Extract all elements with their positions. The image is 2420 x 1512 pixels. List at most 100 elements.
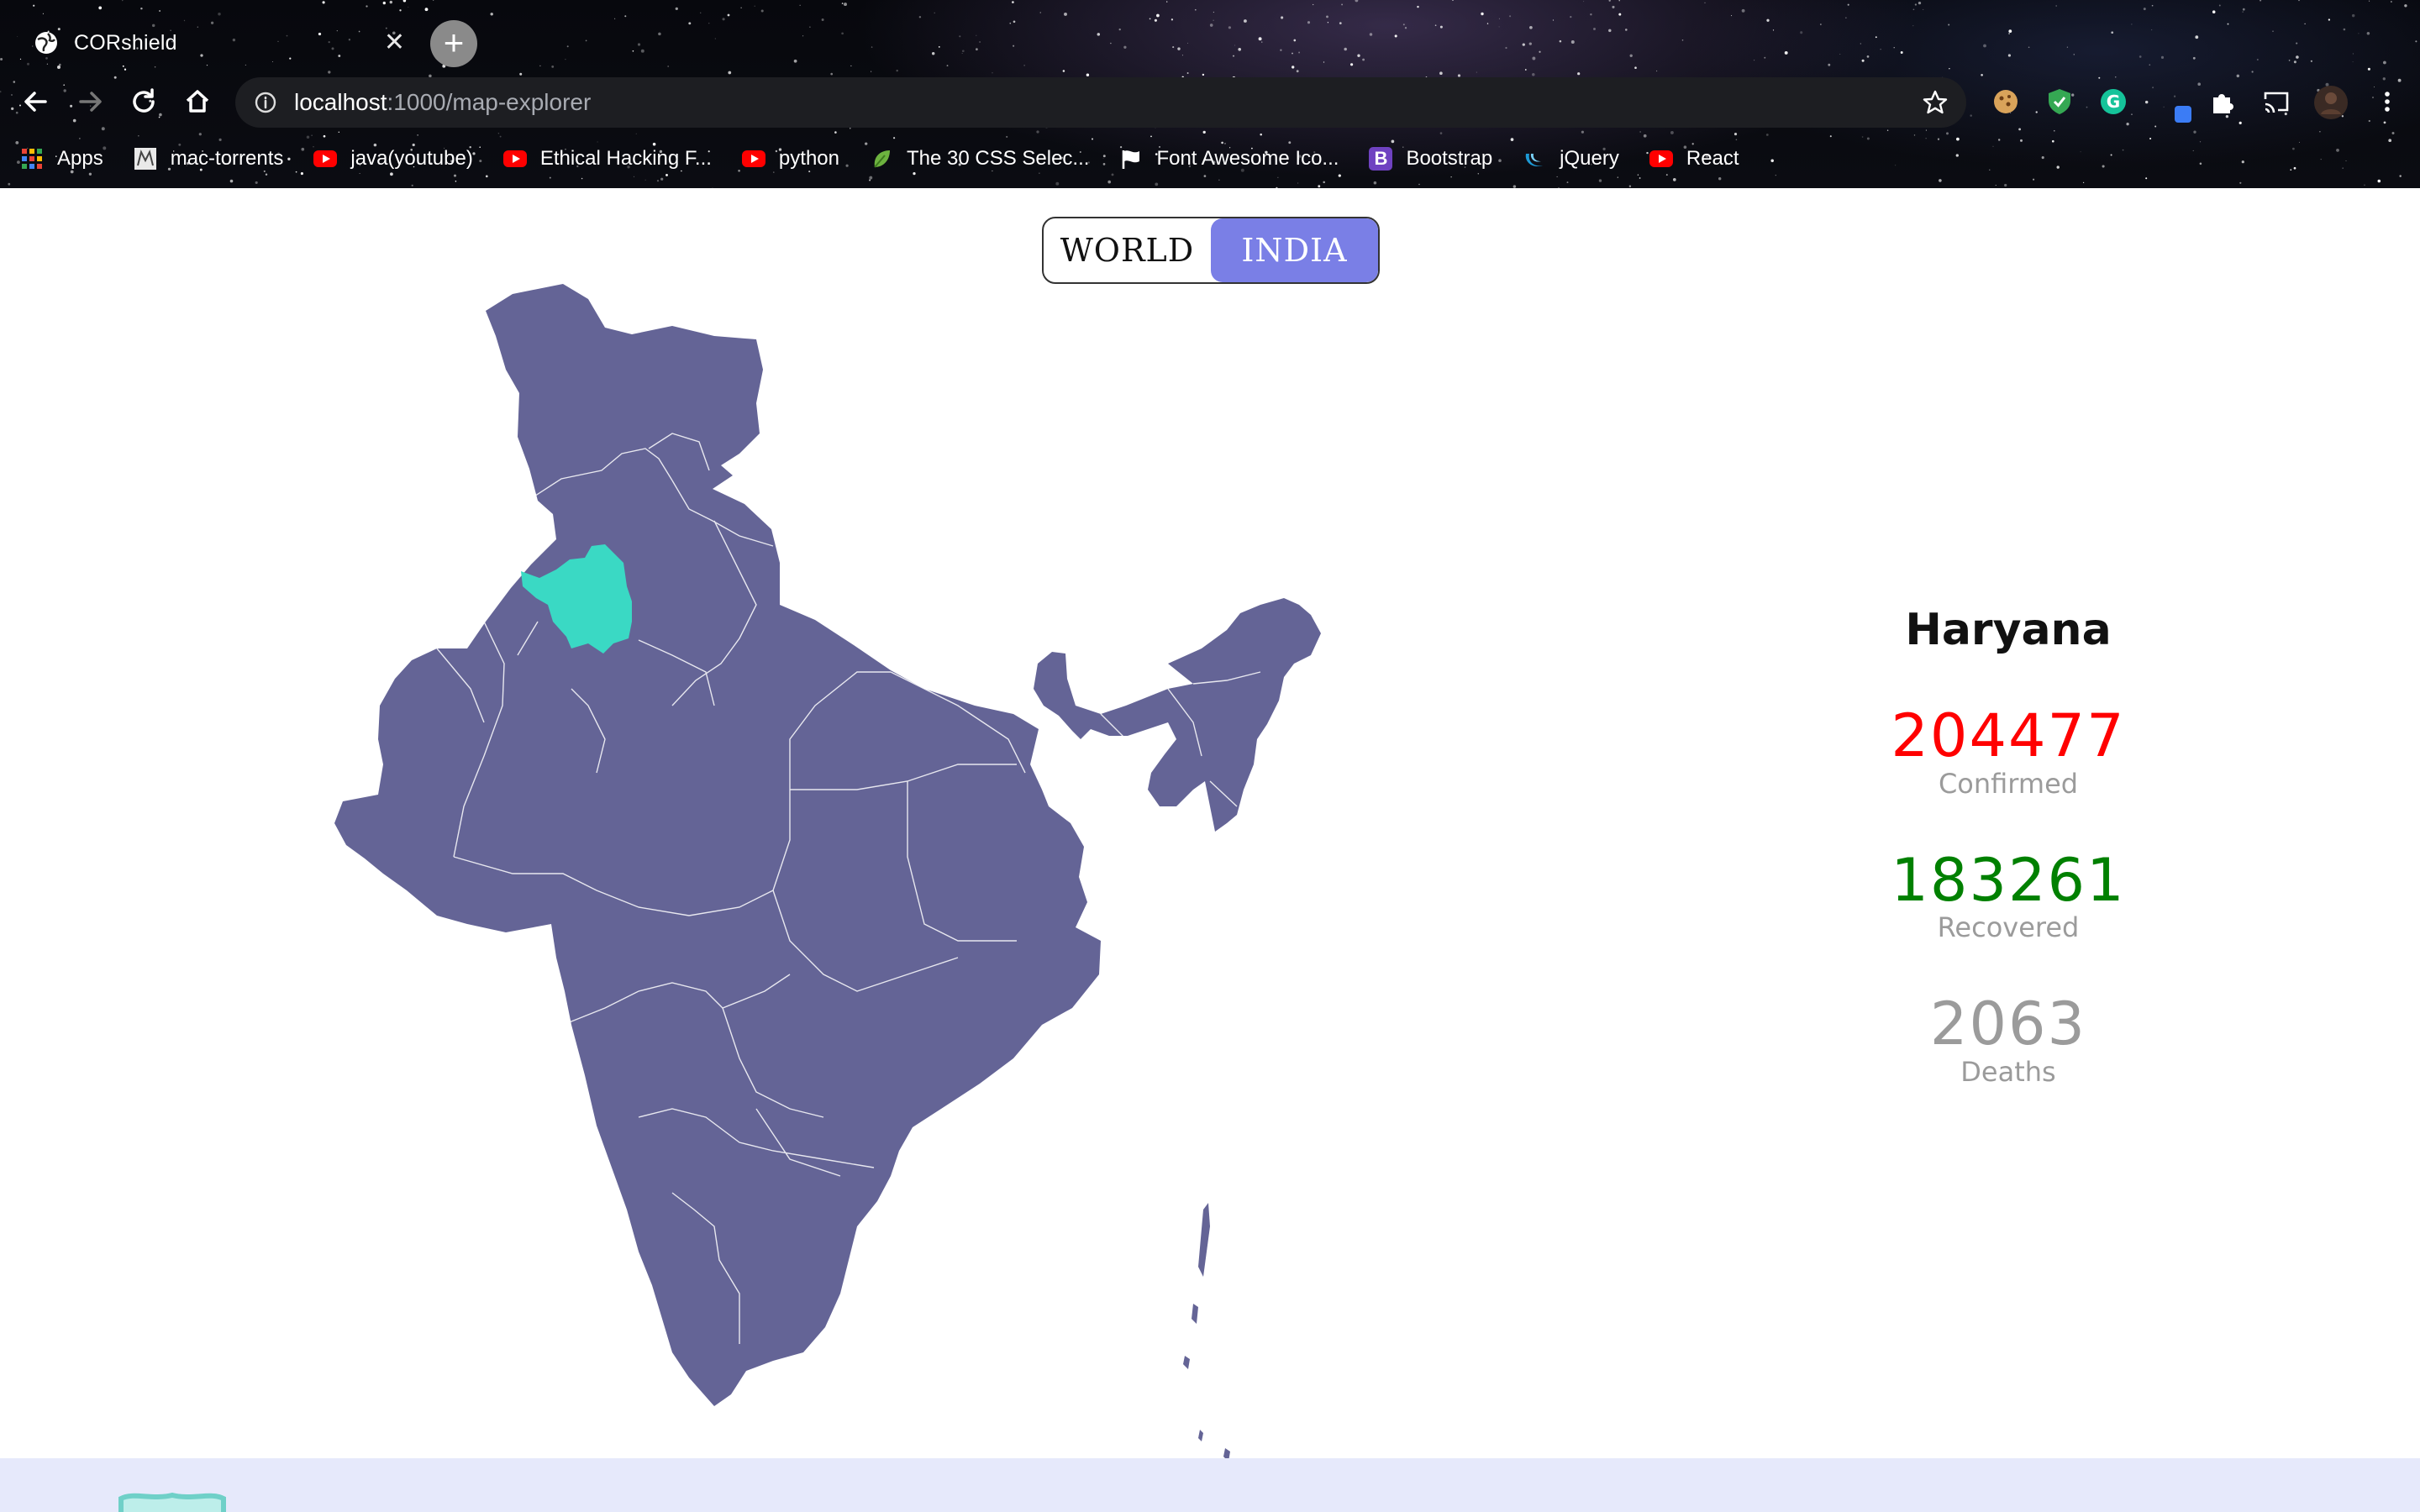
star-dot [2342,167,2344,169]
star-dot [1914,3,1918,6]
star-dot [0,57,3,61]
star-dot [1539,50,1541,53]
star-dot [1847,3,1849,6]
star-dot [2008,33,2011,34]
star-dot [1912,24,1914,27]
star-dot [2364,184,2365,186]
bookmark-java-youtube[interactable]: java(youtube) [313,147,473,171]
new-tab-button[interactable]: + [430,20,477,67]
star-dot [113,76,117,79]
star-dot [2192,56,2196,60]
close-tab-icon[interactable]: ✕ [384,29,405,57]
browser-tab[interactable]: CORshield ✕ [10,15,420,71]
star-dot [229,179,234,183]
star-dot [1528,42,1532,45]
star-dot [1992,145,1994,147]
star-dot [1524,69,1527,71]
confirmed-label: Confirmed [1938,767,2079,800]
star-dot [159,10,161,12]
extensions-puzzle-icon[interactable] [2207,86,2238,118]
star-dot [2152,87,2154,89]
star-dot [2397,78,2402,82]
star-dot [1450,176,1452,178]
star-dot [63,89,66,92]
star-dot [1276,186,1278,188]
bookmark-apps[interactable]: Apps [20,147,103,171]
star-dot [1886,129,1889,131]
url-text: localhost:1000/map-explorer [294,89,591,116]
star-dot [1629,54,1633,57]
star-dot [1293,39,1297,42]
state-stats-panel: Haryana 204477 Confirmed 183261 Recovere… [1840,605,2176,1088]
star-dot [632,50,634,52]
star-dot [1766,18,1770,22]
star-dot [2102,165,2105,168]
star-dot [1893,47,1895,49]
browser-menu-icon[interactable] [2371,86,2403,118]
star-dot [1171,18,1174,21]
cookie-extension-icon[interactable] [1990,86,2022,118]
star-dot [1828,63,1831,66]
star-dot [834,131,837,134]
star-dot [1194,8,1197,11]
profile-avatar[interactable] [2312,84,2349,121]
grammarly-icon[interactable]: G [2097,86,2129,118]
bookmark-css-selectors[interactable]: The 30 CSS Selec... [870,147,1089,171]
star-dot [1532,73,1535,76]
bookmark-bootstrap[interactable]: B Bootstrap [1369,147,1492,171]
dark-extension-icon[interactable] [2160,91,2195,126]
star-dot [1598,179,1602,182]
star-dot [2292,147,2295,150]
star-dot [959,35,961,38]
bookmark-mac-torrents[interactable]: mac-torrents [134,147,283,171]
star-dot [1357,54,1360,57]
star-dot [8,182,11,186]
star-dot [1913,134,1916,136]
site-info-icon[interactable] [254,91,277,114]
cast-icon[interactable] [2260,86,2292,118]
home-icon[interactable] [178,82,217,121]
star-dot [640,49,644,53]
star-dot [1512,185,1517,188]
star-dot [1296,70,1299,73]
star-dot [1439,132,1443,134]
apps-grid-icon [20,147,44,171]
star-dot [1434,24,1437,27]
star-dot [1925,138,1927,139]
star-dot [1036,130,1039,134]
star-dot [2098,76,2101,79]
star-dot [1498,18,1500,19]
star-dot [389,0,392,4]
star-dot [1486,23,1489,24]
star-dot [841,3,844,4]
star-dot [11,94,13,96]
back-arrow-icon[interactable] [17,82,55,121]
star-dot [2192,150,2194,151]
star-dot [2018,128,2022,131]
star-dot [2368,119,2370,123]
star-dot [1418,183,1420,186]
star-dot [565,58,566,60]
shield-extension-icon[interactable] [2044,86,2075,118]
recovered-label: Recovered [1937,911,2080,943]
star-dot [2352,61,2354,63]
star-dot [1735,139,1738,141]
star-dot [1009,22,1012,24]
star-dot [1218,179,1220,181]
star-dot [2336,149,2339,152]
star-dot [1900,51,1903,54]
bookmark-star-icon[interactable] [1921,88,1949,117]
star-dot [79,138,81,139]
bookmark-ethical-hacking[interactable]: Ethical Hacking F... [502,147,712,171]
star-dot [2115,76,2117,78]
reload-icon[interactable] [124,82,163,121]
bookmark-python[interactable]: python [741,147,839,171]
address-bar[interactable]: localhost:1000/map-explorer [235,77,1966,128]
star-dot [1404,27,1407,29]
bookmark-font-awesome[interactable]: Font Awesome Ico... [1119,147,1339,171]
star-dot [2345,160,2347,161]
star-dot [1339,22,1342,24]
forward-arrow-icon[interactable] [71,82,109,121]
bookmark-jquery[interactable]: jQuery [1523,147,1619,171]
bookmark-react[interactable]: React [1649,147,1739,171]
